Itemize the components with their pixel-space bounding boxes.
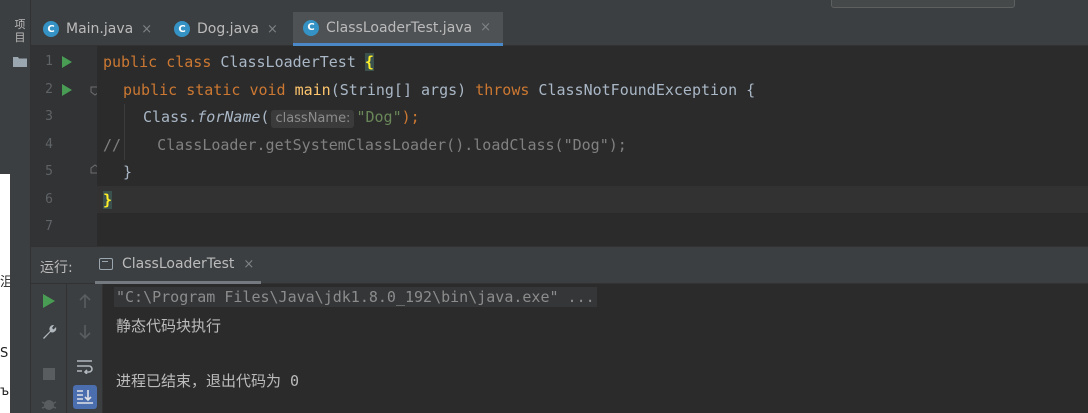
line-number: 4 [45,137,53,152]
console-command-line[interactable]: "C:\Program Files\Java\jdk1.8.0_192\bin\… [114,287,597,307]
background-text: ъ [0,384,10,399]
line-number: 6 [45,192,53,207]
background-text: S [0,346,9,361]
project-tool-stripe: 项目 [10,0,31,413]
tab-label: Dog.java [197,21,260,37]
string-literal: "Dog" [356,108,402,126]
java-class-icon: C [303,19,319,36]
class-ref: Class. [143,108,198,126]
run-toolbar-secondary [67,284,103,413]
debug-button[interactable] [37,391,61,413]
method-params: (String[] args) [330,81,476,99]
matched-brace: { [364,53,374,71]
arrow-up-icon [79,293,91,308]
background-window-strip: 沮 S ъ [0,0,13,413]
folder-icon[interactable] [13,56,27,67]
stop-button[interactable] [37,362,61,386]
console-line: 静态代码块执行 [116,317,222,335]
code-line-2: public static void main(String[] args) t… [123,80,755,100]
matched-brace: } [103,191,113,209]
run-toolbar-primary [31,284,67,413]
run-tool-window-header: 运行: ClassLoaderTest × [31,246,1088,284]
main-toolbar [31,0,1088,12]
tab-dog-java[interactable]: C Dog.java × [174,12,278,46]
java-class-icon: C [43,21,59,37]
code-line-4: // ClassLoader.getSystemClassLoader().lo… [103,136,627,154]
code-line-5: } [123,162,132,182]
close-icon[interactable]: × [141,22,152,37]
code-line-6: } [103,190,113,210]
scroll-up-button[interactable] [73,289,97,313]
wrench-icon [43,324,57,339]
editor-tabs: C Main.java × C Dog.java × C ClassLoader… [31,12,1088,46]
static-method-call: forName [197,108,261,126]
line-number: 5 [45,164,53,179]
line-number: 1 [45,54,53,69]
paren-open: ( [260,108,270,126]
current-line-highlight [97,186,1088,213]
tab-label: Main.java [66,21,134,37]
editor-gutter[interactable]: 1 2 3 4 5 6 7 [31,46,100,246]
parameter-hint: className: [271,110,355,128]
keyword: void [249,81,286,99]
paren-close: ); [401,108,420,126]
keyword: static [186,81,241,99]
code-line-3: Class.forName(className: "Dog"); [143,107,420,128]
console-tab-icon [99,258,113,270]
keyword: public [123,81,178,99]
close-icon[interactable]: × [267,22,278,37]
scroll-down-button[interactable] [73,320,97,344]
run-configuration-select[interactable] [831,0,1015,8]
background-window-top [0,0,10,174]
run-tab-label: ClassLoaderTest [122,256,235,272]
tab-label: ClassLoaderTest.java [326,19,473,36]
tab-main-java[interactable]: C Main.java × [43,12,152,46]
scroll-to-end-button[interactable] [73,385,97,409]
closing-brace: } [123,163,133,181]
class-name: ClassLoaderTest [211,53,365,71]
close-icon[interactable]: × [243,257,254,272]
play-icon [43,294,55,308]
soft-wrap-button[interactable] [73,354,97,378]
code-line-1: public class ClassLoaderTest { [103,52,374,72]
project-tool-button[interactable]: 项目 [13,18,27,44]
run-tab-classloadertest[interactable]: ClassLoaderTest × [95,247,261,284]
tab-classloadertest-java[interactable]: C ClassLoaderTest.java × [293,12,504,46]
line-number: 7 [45,219,53,234]
rerun-button[interactable] [37,289,61,313]
console-exit-line: 进程已结束，退出代码为 0 [116,372,300,390]
scroll-to-end-icon [77,390,93,404]
soft-wrap-icon [77,360,93,374]
keyword: class [166,53,212,71]
modify-run-config-button[interactable] [37,320,61,344]
keyword: throws [475,81,530,99]
run-class-icon[interactable] [62,56,72,68]
stop-icon [43,368,55,380]
arrow-down-icon [79,325,91,340]
run-main-icon[interactable] [62,84,72,96]
line-number: 3 [45,109,53,124]
java-class-icon: C [174,21,190,37]
run-label: 运行: [40,260,73,276]
bug-icon [41,400,57,410]
exception-clause: ClassNotFoundException { [529,81,756,99]
method-name: main [294,81,331,99]
close-icon[interactable]: × [480,20,491,35]
keyword: public [103,53,158,71]
line-number: 2 [45,82,53,97]
